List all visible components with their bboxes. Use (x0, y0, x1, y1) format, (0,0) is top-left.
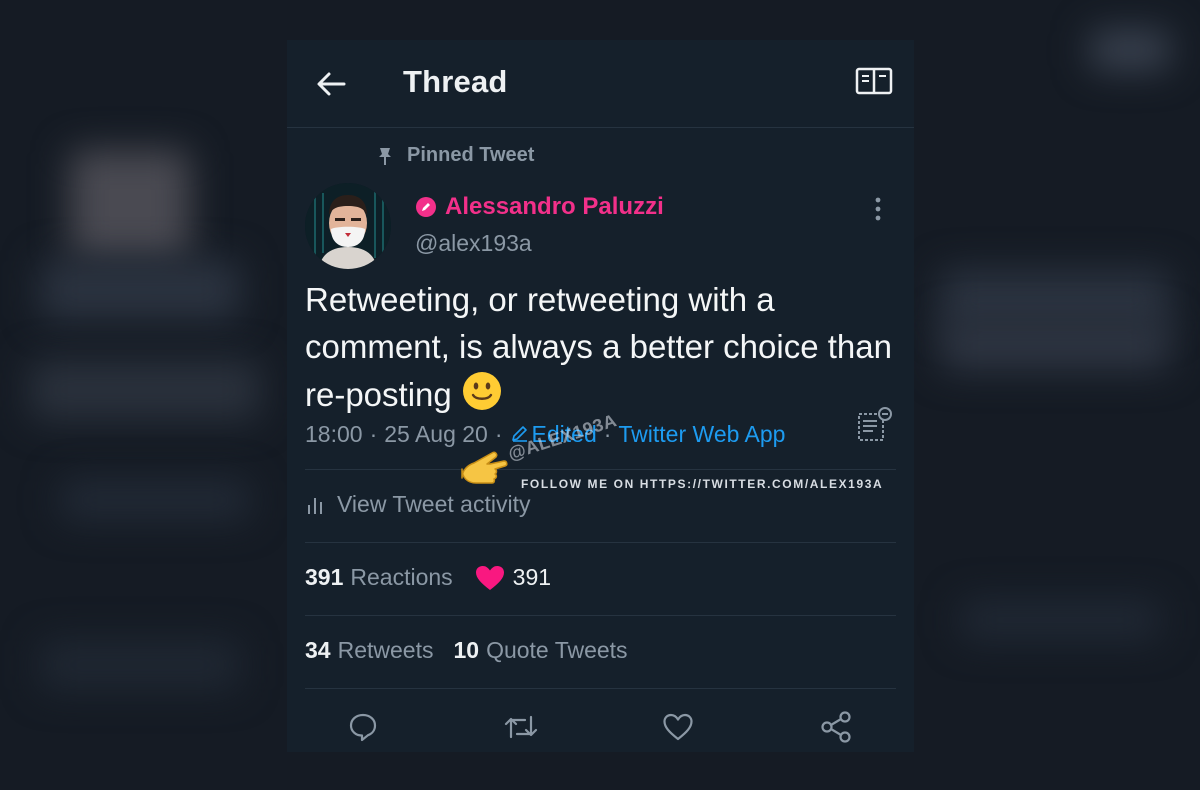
source-link[interactable]: Twitter Web App (618, 421, 785, 448)
author-row: Alessandro Paluzzi (415, 193, 664, 221)
book-open-icon (855, 67, 893, 95)
tweet-text: Retweeting, or retweeting with a comment… (305, 276, 895, 424)
retweets-stat[interactable]: 34 Retweets (305, 637, 433, 664)
quote-tweets-label: Quote Tweets (486, 637, 628, 663)
divider (305, 615, 896, 616)
divider (305, 688, 896, 689)
arrow-left-icon (317, 72, 346, 96)
slightly-smiling-face-icon (461, 370, 503, 424)
reactions-label: Reactions (350, 564, 453, 590)
thread-panel: Thread Pinned Tweet Alessandro Paluzzi @… (287, 40, 914, 752)
share-icon (821, 711, 851, 743)
retweets-count: 34 (305, 637, 331, 663)
pencil-badge-icon (416, 197, 436, 217)
reactions-count: 391 (305, 564, 344, 590)
heart-outline-icon (663, 713, 693, 741)
author-handle[interactable]: @alex193a (415, 230, 532, 257)
more-options-button[interactable] (867, 194, 889, 224)
share-button[interactable] (817, 708, 855, 746)
divider (305, 542, 896, 543)
retweets-row: 34 Retweets 10 Quote Tweets (305, 637, 628, 664)
reader-mode-button[interactable] (855, 66, 895, 102)
avatar[interactable] (305, 183, 391, 269)
author-name[interactable]: Alessandro Paluzzi (445, 193, 664, 221)
avatar-image (305, 183, 391, 269)
retweet-icon (504, 715, 538, 739)
pointing-hand-icon (456, 448, 512, 509)
tweet-date: 25 Aug 20 (384, 421, 488, 447)
pinned-label: Pinned Tweet (377, 144, 534, 167)
likes-count: 391 (512, 564, 552, 590)
watermark-follow-text: FOLLOW ME ON HTTPS://TWITTER.COM/ALEX193… (521, 477, 884, 491)
more-vertical-icon (875, 197, 881, 221)
pinned-text: Pinned Tweet (407, 144, 535, 166)
page-title: Thread (403, 64, 508, 99)
quote-tweets-stat[interactable]: 10 Quote Tweets (453, 637, 627, 664)
tweet-body: Retweeting, or retweeting with a comment… (305, 281, 892, 413)
retweet-button[interactable] (502, 708, 540, 746)
tweet-time: 18:00 (305, 421, 363, 447)
like-button[interactable] (659, 708, 697, 746)
reply-button[interactable] (344, 708, 382, 746)
reactions-row[interactable]: 391 Reactions 391 (305, 564, 551, 591)
edit-history-icon (858, 407, 892, 441)
comment-icon (349, 713, 377, 742)
thread-header: Thread (287, 40, 914, 128)
retweets-label: Retweets (337, 637, 434, 663)
heart-filled-icon (475, 565, 505, 591)
back-button[interactable] (313, 66, 349, 102)
tweet-action-bar (287, 702, 914, 752)
bar-chart-icon (308, 497, 322, 514)
edit-history-button[interactable] (855, 406, 895, 446)
pin-icon (379, 147, 391, 165)
quote-tweets-count: 10 (453, 637, 480, 663)
divider (305, 469, 896, 470)
